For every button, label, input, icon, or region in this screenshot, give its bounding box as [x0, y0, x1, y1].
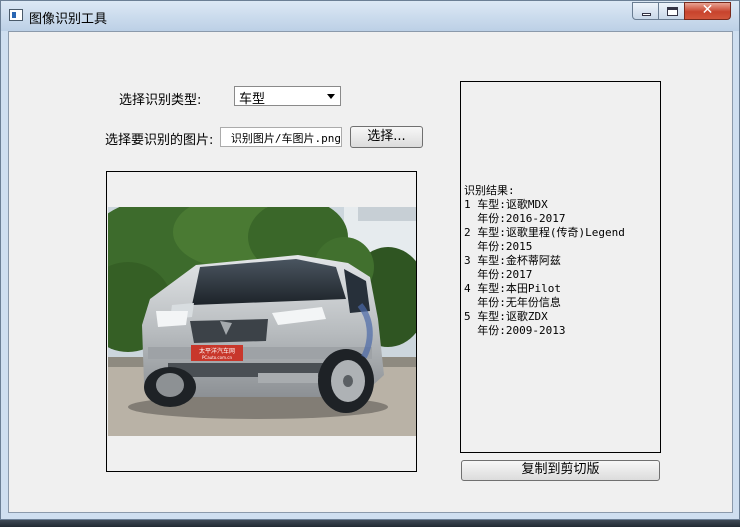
type-label: 选择识别类型:	[119, 93, 202, 108]
image-preview: 太平洋汽车网 PCauto.com.cn	[106, 171, 417, 472]
car-photo: 太平洋汽车网 PCauto.com.cn	[108, 207, 416, 436]
app-window: 图像识别工具 ✕ 选择识别类型: 车型 选择要识别的图片: 识别图片/车图片.p…	[0, 0, 740, 520]
image-path-value: 识别图片/车图片.png	[230, 132, 341, 145]
image-label: 选择要识别的图片:	[105, 133, 214, 148]
maximize-icon	[667, 7, 678, 16]
type-select[interactable]: 车型	[234, 86, 341, 107]
result-panel: 识别结果: 1 车型:讴歌MDX 年份:2016-2017 2 车型:讴歌里程(…	[460, 81, 661, 453]
image-path-field[interactable]: 识别图片/车图片.png	[220, 127, 342, 147]
plate-text-line2: PCauto.com.cn	[202, 355, 232, 360]
app-icon	[9, 9, 23, 21]
result-text: 识别结果: 1 车型:讴歌MDX 年份:2016-2017 2 车型:讴歌里程(…	[464, 184, 625, 337]
close-button[interactable]: ✕	[684, 2, 731, 20]
maximize-button[interactable]	[658, 2, 685, 20]
minimize-icon	[642, 13, 651, 16]
title-bar[interactable]: 图像识别工具 ✕	[1, 1, 739, 31]
taskbar	[0, 520, 740, 527]
main-panel: 选择识别类型: 车型 选择要识别的图片: 识别图片/车图片.png 选择...	[8, 31, 733, 513]
plate-text-line1: 太平洋汽车网	[199, 347, 235, 355]
window-title: 图像识别工具	[29, 12, 108, 27]
chevron-down-icon	[327, 94, 335, 99]
close-icon: ✕	[701, 2, 714, 18]
copy-to-clipboard-button[interactable]: 复制到剪切版	[461, 460, 660, 481]
choose-image-button[interactable]: 选择...	[350, 126, 423, 148]
minimize-button[interactable]	[632, 2, 659, 20]
type-select-value: 车型	[239, 92, 266, 107]
